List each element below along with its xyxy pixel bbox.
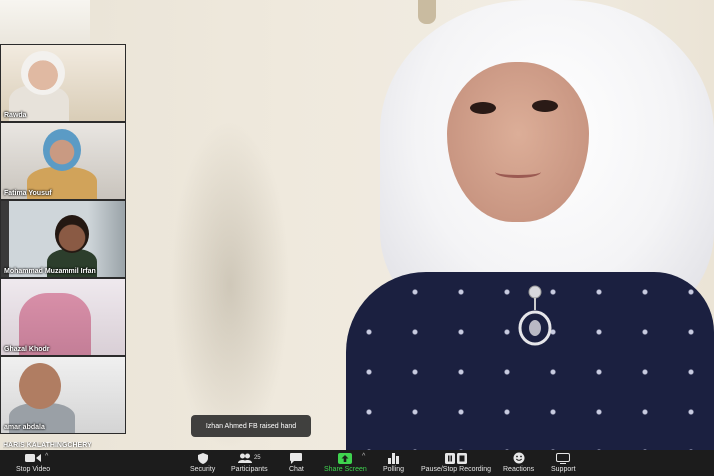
support-label: Support <box>551 466 576 473</box>
chevron-up-icon[interactable]: ^ <box>362 453 365 460</box>
pause-stop-recording-button[interactable]: Pause/Stop Recording <box>421 450 491 476</box>
video-camera-icon <box>25 451 42 465</box>
stop-video-label: Stop Video <box>16 466 51 473</box>
speaker-face <box>447 62 589 222</box>
wall-shadow <box>170 120 290 450</box>
participant-head <box>19 363 61 409</box>
chat-bubble-icon <box>290 451 303 465</box>
participant-head <box>21 51 65 95</box>
participant-name: Rawda <box>4 112 27 119</box>
shield-icon <box>197 451 208 465</box>
participant-tile[interactable]: Mohammad Muzammil Irfan <box>0 200 126 278</box>
background-lamp <box>418 0 436 24</box>
polling-button[interactable]: Polling <box>383 450 404 476</box>
support-button[interactable]: Support <box>551 450 576 476</box>
people-icon: 25 <box>237 451 261 465</box>
participant-name: Mohammad Muzammil Irfan <box>4 268 96 275</box>
participant-name: Ghazal Khodr <box>4 346 50 353</box>
pause-stop-icon <box>445 451 468 465</box>
share-arrow-icon <box>338 451 353 465</box>
chat-button[interactable]: Chat <box>289 450 304 476</box>
pendant-necklace <box>518 285 552 346</box>
participant-head <box>55 215 89 253</box>
share-screen-label: Share Screen <box>324 466 367 473</box>
reactions-button[interactable]: Reactions <box>503 450 534 476</box>
participant-tile[interactable]: Fatima Yousuf <box>0 122 126 200</box>
speaker-eye-left <box>470 102 496 114</box>
participants-count: 25 <box>253 455 261 461</box>
bar-chart-icon <box>388 451 399 465</box>
participant-head <box>43 129 81 171</box>
pause-stop-recording-label: Pause/Stop Recording <box>421 466 492 473</box>
participant-name: amar abdala <box>4 424 45 431</box>
support-icon <box>556 451 571 465</box>
meeting-toolbar: Stop Video ^ Security 25 Participants Ch… <box>0 450 714 476</box>
participant-name: Fatima Yousuf <box>4 190 52 197</box>
speaker-mouth <box>495 166 541 178</box>
speaker-eye-right <box>532 100 558 112</box>
share-screen-button[interactable]: Share Screen <box>324 450 367 476</box>
participant-tile[interactable]: Ghazal Khodr <box>0 278 126 356</box>
participants-label: Participants <box>231 466 268 473</box>
participant-tile[interactable]: Rawda <box>0 44 126 122</box>
reactions-label: Reactions <box>503 466 535 473</box>
security-button[interactable]: Security <box>190 450 215 476</box>
smiley-icon <box>513 451 525 465</box>
chevron-up-icon[interactable]: ^ <box>45 453 48 460</box>
chat-label: Chat <box>289 466 304 473</box>
participants-button[interactable]: 25 Participants <box>231 450 268 476</box>
participant-gallery: Rawda Fatima Yousuf Mohammad Muzammil Ir… <box>0 44 126 434</box>
security-label: Security <box>190 466 216 473</box>
polling-label: Polling <box>383 466 405 473</box>
participant-tile[interactable]: amar abdala <box>0 356 126 434</box>
participant-name-cutoff: HARIS KALATHINGCHERY <box>3 442 92 449</box>
raised-hand-toast: Izhan Ahmed FB raised hand <box>191 415 311 437</box>
